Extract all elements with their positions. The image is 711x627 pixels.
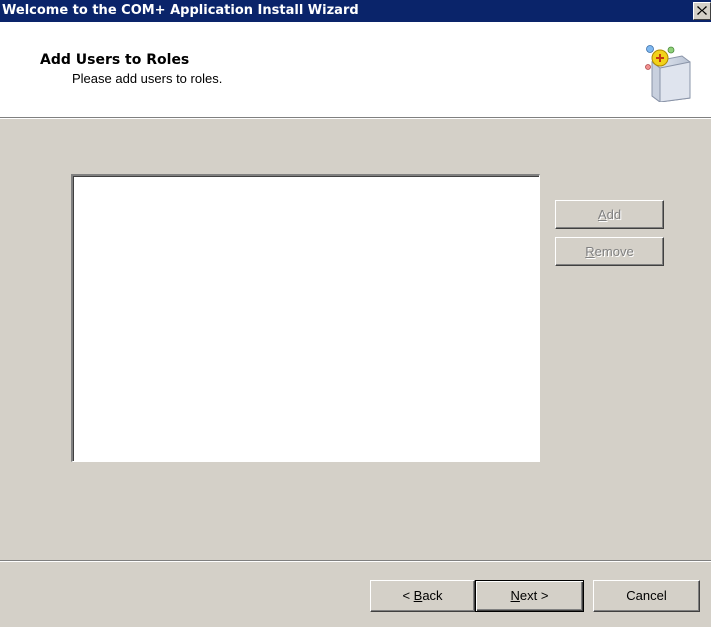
cancel-label: Cancel	[626, 588, 667, 603]
back-prefix: <	[402, 588, 414, 603]
remove-label-rest: emove	[594, 244, 634, 259]
wizard-box-icon	[645, 45, 691, 102]
users-roles-list[interactable]	[71, 174, 540, 462]
next-label-rest: ext >	[519, 588, 549, 603]
close-icon	[697, 6, 707, 15]
title-bar: Welcome to the COM+ Application Install …	[0, 0, 711, 22]
close-button[interactable]	[693, 2, 711, 20]
page-subtitle: Please add users to roles.	[72, 71, 223, 86]
add-button[interactable]: Add	[555, 200, 664, 229]
next-mnemonic: N	[510, 588, 520, 603]
add-label-rest: dd	[606, 207, 622, 222]
back-button[interactable]: < Back	[370, 580, 475, 612]
footer-separator	[0, 560, 711, 562]
page-title: Add Users to Roles	[40, 52, 190, 68]
wizard-header: Add Users to Roles Please add users to r…	[0, 22, 711, 118]
back-label-rest: ack	[422, 588, 443, 603]
window-title: Welcome to the COM+ Application Install …	[2, 3, 359, 18]
header-divider	[0, 118, 711, 119]
cancel-button[interactable]: Cancel	[593, 580, 700, 612]
remove-button[interactable]: Remove	[555, 237, 664, 266]
next-button[interactable]: Next >	[475, 580, 584, 612]
add-mnemonic: A	[597, 207, 607, 222]
remove-mnemonic: R	[585, 244, 595, 259]
